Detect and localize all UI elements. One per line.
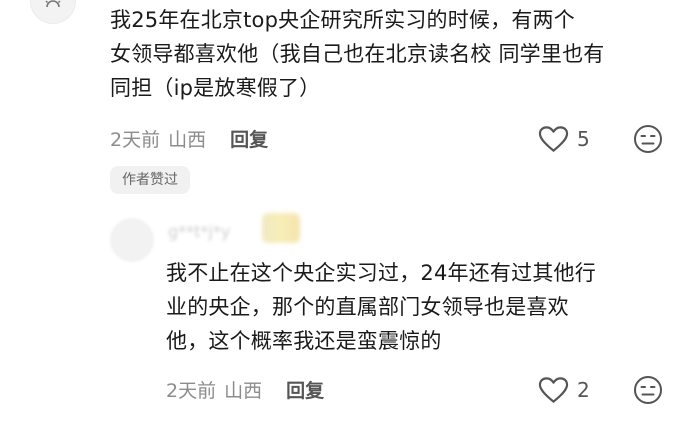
dislike-face-icon[interactable] [633, 124, 663, 154]
dislike-face-icon[interactable] [633, 375, 663, 405]
author-liked-badge: 作者赞过 [110, 166, 190, 194]
avatar[interactable] [30, 0, 76, 24]
reply-line: 他，这个概率我还是蛮震惊的 [166, 329, 442, 353]
reply-meta: 2天前 山西 回复 [166, 374, 324, 404]
comment-time: 2天前 [110, 128, 161, 151]
like-button[interactable]: 5 [538, 123, 590, 155]
comment-location: 山西 [168, 128, 207, 151]
comment-line: 我25年在北京top央企研究所实习的时候，有两个 [110, 8, 575, 32]
like-count: 2 [577, 378, 590, 402]
comment-meta: 2天前 山西 回复 [110, 123, 268, 153]
reply-line: 业的央企，那个的直属部门女领导也是喜欢 [166, 295, 569, 319]
like-count: 5 [577, 127, 590, 151]
sun-icon [45, 0, 61, 8]
comment-text: 我25年在北京top央企研究所实习的时候，有两个 女领导都喜欢他（我自己也在北京… [110, 3, 670, 105]
reply-time: 2天前 [166, 379, 217, 402]
reply-button[interactable]: 回复 [230, 125, 268, 152]
heart-icon [538, 377, 569, 403]
reply-username[interactable]: g**t*j*y [168, 222, 230, 246]
reply-button[interactable]: 回复 [286, 376, 324, 403]
reply-line: 我不止在这个央企实习过，24年还有过其他行 [166, 261, 596, 285]
reply-location: 山西 [224, 379, 263, 402]
like-button[interactable]: 2 [538, 374, 590, 406]
comment-line: 女领导都喜欢他（我自己也在北京读名校 同学里也有 [110, 42, 605, 66]
comment-line: 同担（ip是放寒假了） [110, 76, 321, 100]
user-badge-icon [262, 213, 300, 243]
heart-icon [538, 126, 569, 152]
reply-avatar[interactable] [110, 218, 154, 262]
reply-text: 我不止在这个央企实习过，24年还有过其他行 业的央企，那个的直属部门女领导也是喜… [166, 256, 666, 358]
